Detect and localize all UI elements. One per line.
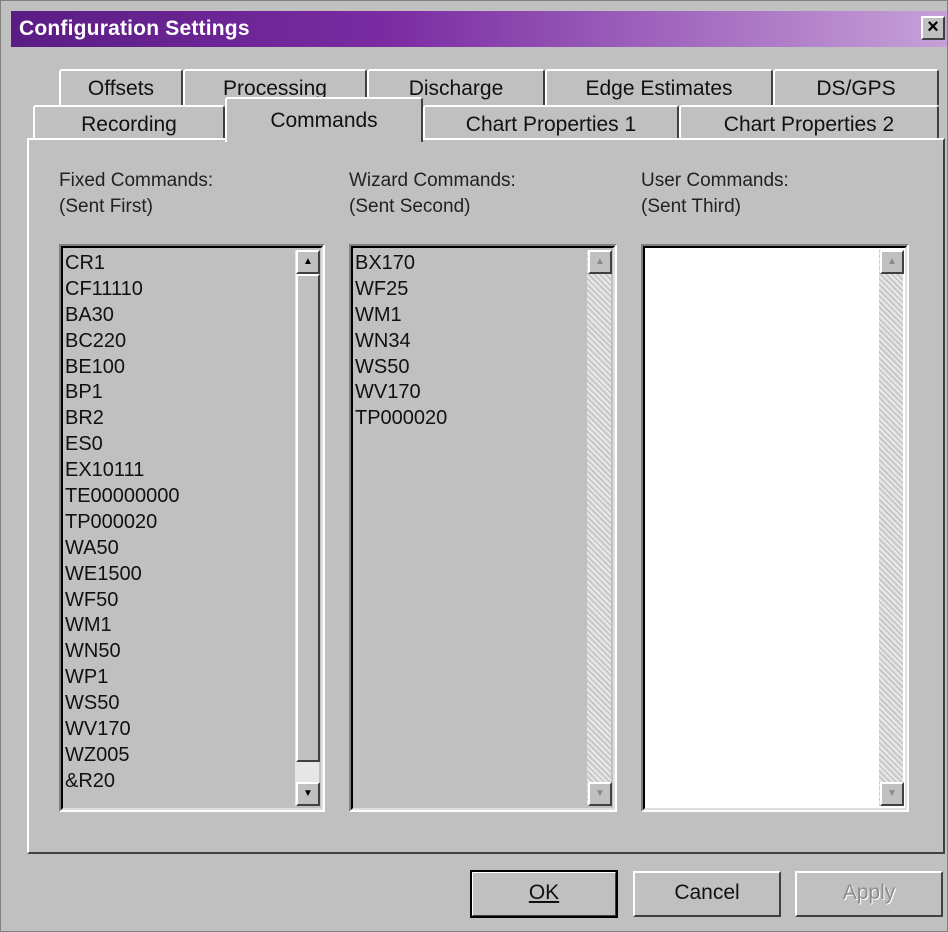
vertical-scrollbar[interactable]: ▲ ▼: [587, 250, 612, 806]
list-item[interactable]: WA50: [65, 535, 180, 561]
list-item[interactable]: WV170: [65, 716, 180, 742]
list-item[interactable]: CF11110: [65, 276, 180, 302]
list-item[interactable]: WM1: [65, 612, 180, 638]
ok-label: OK: [528, 881, 560, 904]
tab-label: Edge Estimates: [585, 77, 733, 100]
tab-label: Chart Properties 2: [723, 113, 895, 136]
list-item[interactable]: BA30: [65, 302, 180, 328]
tab-offsets[interactable]: Offsets: [59, 69, 183, 105]
scrollbar-thumb[interactable]: [296, 274, 320, 762]
list-item[interactable]: WN34: [355, 328, 447, 354]
user-commands-list[interactable]: ▲ ▼: [641, 244, 909, 812]
list-item[interactable]: ES0: [65, 431, 180, 457]
fixed-commands-list[interactable]: CR1 CF11110 BA30 BC220 BE100 BP1 BR2 ES0 EX10111…: [59, 244, 325, 812]
tab-label: Offsets: [87, 77, 155, 100]
list-item[interactable]: CR1: [65, 250, 180, 276]
list-item[interactable]: TP000020: [355, 405, 447, 431]
vertical-scrollbar[interactable]: ▲ ▼: [879, 250, 904, 806]
apply-button: Apply: [795, 871, 943, 917]
tab-ds-gps[interactable]: DS/GPS: [773, 69, 939, 105]
wizard-label-line2: (Sent Second): [349, 196, 471, 217]
list-item[interactable]: WP1: [65, 664, 180, 690]
list-item[interactable]: BX170: [355, 250, 447, 276]
vertical-scrollbar[interactable]: ▲ ▼: [295, 250, 320, 806]
scroll-up-arrow-icon: ▲: [303, 256, 313, 267]
user-commands-label: User Commands: (Sent Third): [641, 168, 789, 220]
list-item[interactable]: WV170: [355, 379, 447, 405]
list-item[interactable]: WF50: [65, 587, 180, 613]
tab-recording[interactable]: Recording: [33, 105, 225, 140]
list-frame: [643, 246, 907, 810]
list-item[interactable]: WZ005: [65, 742, 180, 768]
user-label-line2: (Sent Third): [641, 196, 741, 217]
list-item[interactable]: EX10111: [65, 457, 180, 483]
scroll-up-arrow-icon: ▲: [887, 256, 897, 267]
tab-label: Recording: [81, 113, 177, 136]
fixed-label-line1: Fixed Commands:: [59, 170, 214, 191]
scroll-down-button[interactable]: ▼: [296, 782, 320, 806]
scroll-down-button[interactable]: ▼: [880, 782, 904, 806]
tab-chart-properties-2[interactable]: Chart Properties 2: [679, 105, 939, 140]
tab-label: Discharge: [408, 77, 504, 100]
ok-button[interactable]: OK: [470, 870, 618, 918]
wizard-commands-list[interactable]: BX170 WF25 WM1 WN34 WS50 WV170 TP000020 ▲ ▼: [349, 244, 617, 812]
list-item[interactable]: BE100: [65, 354, 180, 380]
scroll-up-arrow-icon: ▲: [595, 256, 605, 267]
apply-label: Apply: [842, 881, 896, 904]
list-item[interactable]: TE00000000: [65, 483, 180, 509]
list-item[interactable]: WE1500: [65, 561, 180, 587]
list-item[interactable]: WS50: [355, 354, 447, 380]
list-item[interactable]: WS50: [65, 690, 180, 716]
window-title: Configuration Settings: [19, 17, 250, 40]
list-item[interactable]: BC220: [65, 328, 180, 354]
dialog-window: Configuration Settings × Offsets Process…: [0, 0, 948, 932]
close-icon: ×: [927, 16, 939, 38]
tab-label: Chart Properties 1: [465, 113, 637, 136]
scroll-up-button[interactable]: ▲: [588, 250, 612, 274]
list-items: BX170 WF25 WM1 WN34 WS50 WV170 TP000020: [355, 250, 447, 431]
list-item[interactable]: BR2: [65, 405, 180, 431]
scroll-up-button[interactable]: ▲: [296, 250, 320, 274]
tab-chart-properties-1[interactable]: Chart Properties 1: [423, 105, 679, 140]
scroll-up-button[interactable]: ▲: [880, 250, 904, 274]
list-item[interactable]: WN50: [65, 638, 180, 664]
scroll-down-arrow-icon: ▼: [303, 788, 313, 799]
scroll-down-arrow-icon: ▼: [595, 788, 605, 799]
cancel-label: Cancel: [674, 881, 740, 904]
close-button[interactable]: ×: [921, 16, 945, 40]
wizard-label-line1: Wizard Commands:: [349, 170, 516, 191]
tab-commands[interactable]: Commands: [225, 97, 423, 142]
list-item[interactable]: TP000020: [65, 509, 180, 535]
list-items: CR1 CF11110 BA30 BC220 BE100 BP1 BR2 ES0 EX10111…: [65, 250, 180, 794]
title-bar[interactable]: Configuration Settings ×: [11, 11, 947, 47]
list-item[interactable]: WF25: [355, 276, 447, 302]
user-label-line1: User Commands:: [641, 170, 789, 191]
fixed-label-line2: (Sent First): [59, 196, 153, 217]
cancel-button[interactable]: Cancel: [633, 871, 781, 917]
tab-label: DS/GPS: [816, 77, 896, 100]
list-item[interactable]: WM1: [355, 302, 447, 328]
tab-edge-estimates[interactable]: Edge Estimates: [545, 69, 773, 105]
list-item[interactable]: BP1: [65, 379, 180, 405]
scroll-down-arrow-icon: ▼: [887, 788, 897, 799]
tab-label: Commands: [270, 109, 378, 132]
wizard-commands-label: Wizard Commands: (Sent Second): [349, 168, 516, 220]
scroll-down-button[interactable]: ▼: [588, 782, 612, 806]
fixed-commands-label: Fixed Commands: (Sent First): [59, 168, 213, 220]
commands-panel: Fixed Commands: (Sent First) CR1 CF11110 B…: [27, 138, 945, 854]
list-item[interactable]: &R20: [65, 768, 180, 794]
